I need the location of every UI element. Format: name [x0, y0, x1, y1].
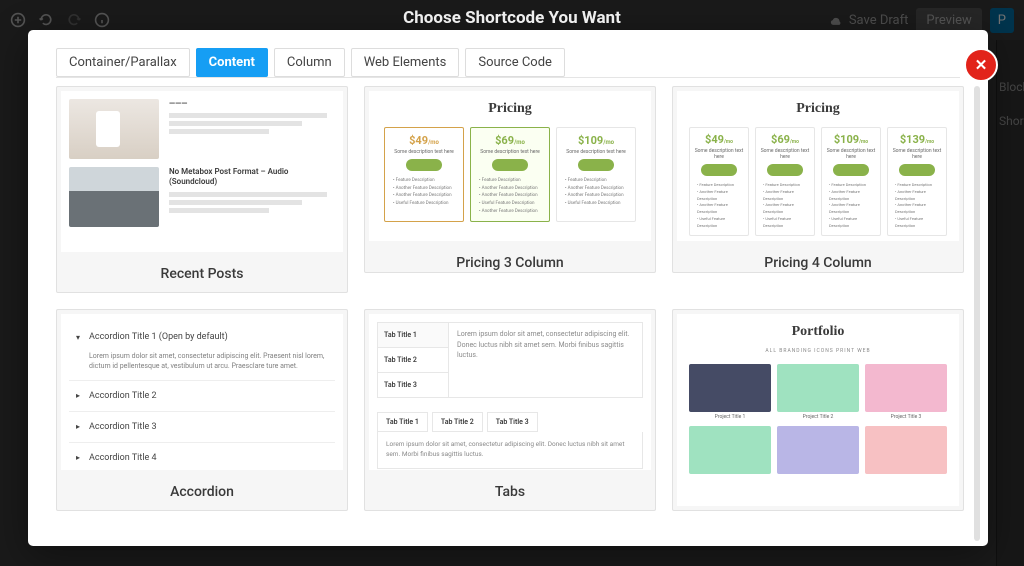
- post-title: ———: [169, 99, 335, 109]
- card-label: Pricing 4 Column: [673, 245, 963, 273]
- tab-content[interactable]: Content: [196, 48, 268, 77]
- thumbnail-image: [69, 99, 159, 159]
- modal-scrollbar[interactable]: [974, 86, 980, 541]
- card-label: Recent Posts: [57, 256, 347, 292]
- portfolio-title: Portfolio: [685, 324, 951, 340]
- portfolio-tile: [689, 426, 771, 474]
- tab-container-parallax[interactable]: Container/Parallax: [56, 48, 190, 77]
- card-label: Tabs: [365, 474, 655, 510]
- card-recent-posts[interactable]: ——— No Metabox Post Format – Audio (Soun…: [56, 86, 348, 293]
- card-portfolio-preview: Portfolio ALL BRANDING ICONS PRINT WEB P…: [677, 314, 959, 506]
- card-grid-scroll[interactable]: ——— No Metabox Post Format – Audio (Soun…: [56, 86, 968, 528]
- card-label: Accordion: [57, 474, 347, 510]
- card-pricing-4-column[interactable]: Pricing $49/mo Some description text her…: [672, 86, 964, 273]
- chevron-down-icon: ▾: [73, 333, 83, 342]
- card-label: Pricing 3 Column: [365, 245, 655, 273]
- portfolio-tile: [865, 426, 947, 474]
- card-grid: ——— No Metabox Post Format – Audio (Soun…: [56, 86, 968, 511]
- post-title: No Metabox Post Format – Audio (Soundclo…: [169, 167, 335, 188]
- portfolio-tile: [777, 426, 859, 474]
- portfolio-tile: [777, 364, 859, 412]
- tab-web-elements[interactable]: Web Elements: [351, 48, 460, 77]
- card-portfolio[interactable]: Portfolio ALL BRANDING ICONS PRINT WEB P…: [672, 309, 964, 511]
- thumbnail-image: [69, 167, 159, 227]
- tab-column[interactable]: Column: [274, 48, 345, 77]
- close-button[interactable]: ✕: [964, 48, 998, 82]
- card-pricing4-preview: Pricing $49/mo Some description text her…: [677, 91, 959, 241]
- shortcode-tabs: Container/Parallax Content Column Web El…: [56, 48, 960, 78]
- pricing-title: Pricing: [377, 101, 643, 117]
- shortcode-modal: ✕ Container/Parallax Content Column Web …: [28, 30, 988, 546]
- chevron-right-icon: ▸: [73, 391, 83, 400]
- tab-source-code[interactable]: Source Code: [465, 48, 565, 77]
- portfolio-tile: [689, 364, 771, 412]
- card-tabs[interactable]: Tab Title 1 Tab Title 2 Tab Title 3 Lore…: [364, 309, 656, 511]
- pricing-title: Pricing: [685, 101, 951, 117]
- card-accordion[interactable]: ▾Accordion Title 1 (Open by default) Lor…: [56, 309, 348, 511]
- card-pricing3-preview: Pricing $49/mo Some description text her…: [369, 91, 651, 241]
- card-accordion-preview: ▾Accordion Title 1 (Open by default) Lor…: [61, 314, 343, 470]
- close-icon: ✕: [975, 56, 988, 74]
- portfolio-tile: [865, 364, 947, 412]
- chevron-right-icon: ▸: [73, 422, 83, 431]
- chevron-right-icon: ▸: [73, 453, 83, 462]
- card-pricing-3-column[interactable]: Pricing $49/mo Some description text her…: [364, 86, 656, 273]
- portfolio-filter: ALL BRANDING ICONS PRINT WEB: [685, 348, 951, 354]
- modal-title: Choose Shortcode You Want: [403, 8, 621, 28]
- card-tabs-preview: Tab Title 1 Tab Title 2 Tab Title 3 Lore…: [369, 314, 651, 470]
- card-recent-posts-preview: ——— No Metabox Post Format – Audio (Soun…: [61, 91, 343, 252]
